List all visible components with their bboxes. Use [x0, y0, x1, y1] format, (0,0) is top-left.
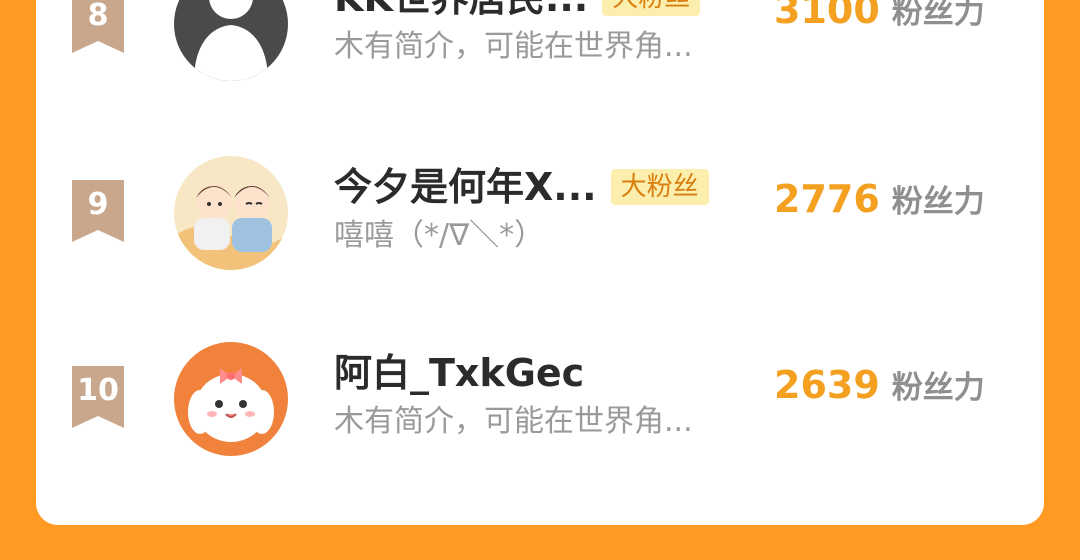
- user-name[interactable]: 今夕是何年X...: [334, 164, 597, 210]
- score-unit: 粉丝力: [891, 370, 985, 406]
- score-value: 2639: [774, 363, 880, 407]
- cartoon-puppy-avatar[interactable]: [174, 342, 288, 456]
- user-name[interactable]: KK世界居民...: [334, 0, 588, 21]
- rank-number: 9: [87, 187, 109, 222]
- score-unit: 粉丝力: [891, 184, 985, 220]
- fan-power-score: 2776 粉丝力: [774, 176, 985, 221]
- score-value: 2776: [774, 177, 880, 221]
- fan-power-score: 2639 粉丝力: [774, 362, 985, 407]
- score-unit: 粉丝力: [891, 0, 985, 31]
- rank-badge: 8: [72, 0, 124, 53]
- score-value: 3100: [774, 0, 880, 32]
- rank-number: 10: [77, 373, 119, 408]
- user-bio: 木有简介，可能在世界角...: [334, 29, 693, 64]
- fan-level-badge: 大粉丝: [602, 0, 701, 16]
- rank-number: 8: [87, 0, 109, 33]
- ranking-row[interactable]: 8 KK世界居民... 大粉丝 木有简介，可能在世界角... 3100 粉丝力: [36, 0, 1044, 97]
- ranking-card: 8 KK世界居民... 大粉丝 木有简介，可能在世界角... 3100 粉丝力: [36, 0, 1044, 525]
- fan-power-score: 3100 粉丝力: [774, 0, 985, 32]
- rank-badge: 10: [72, 366, 124, 428]
- cartoon-boys-avatar[interactable]: [174, 156, 288, 270]
- user-bio: 嘻嘻（*/∇＼*）: [334, 218, 545, 253]
- ranking-row[interactable]: 10 阿白_TxkGec 木有简介，可能在世界角... 2639 粉丝力: [36, 342, 1044, 472]
- user-bio: 木有简介，可能在世界角...: [334, 404, 693, 439]
- user-name[interactable]: 阿白_TxkGec: [334, 350, 584, 396]
- fan-level-badge: 大粉丝: [610, 169, 709, 205]
- ghost-figure-avatar[interactable]: [174, 0, 288, 81]
- ranking-row[interactable]: 9 今夕是何年X... 大粉丝 嘻嘻（*/∇＼*） 2776 粉丝力: [36, 156, 1044, 286]
- rank-badge: 9: [72, 180, 124, 242]
